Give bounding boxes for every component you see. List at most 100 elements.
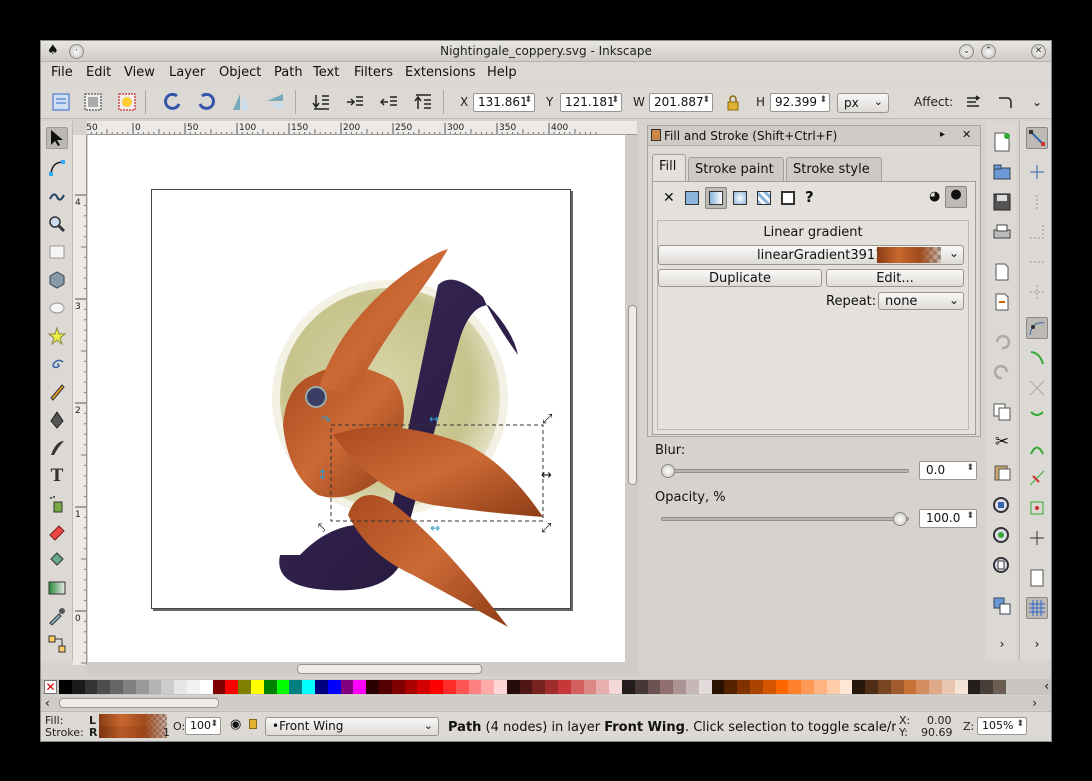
blur-slider[interactable]	[661, 469, 909, 473]
invert-selection-icon[interactable]	[115, 90, 139, 114]
tab-stroke-paint[interactable]: Stroke paint	[688, 157, 784, 181]
minimize-button[interactable]: ⌄	[959, 44, 974, 59]
spray-tool-icon[interactable]	[46, 493, 68, 515]
overflow-right-icon[interactable]: ›	[991, 633, 1013, 655]
palette-swatch[interactable]	[135, 680, 149, 694]
blur-spinbox[interactable]: 0.0	[919, 461, 977, 480]
select-all-icon[interactable]	[49, 90, 73, 114]
scale-stroke-icon[interactable]	[961, 90, 985, 114]
copy-icon[interactable]	[991, 401, 1013, 423]
palette-swatch[interactable]	[596, 680, 610, 694]
palette-swatch[interactable]	[673, 680, 687, 694]
rotate-ccw-icon[interactable]	[161, 90, 185, 114]
menu-text[interactable]: Text	[313, 65, 339, 80]
palette-swatch[interactable]	[801, 680, 815, 694]
repeat-select[interactable]: none ⌄	[878, 292, 964, 310]
palette-swatch[interactable]	[558, 680, 571, 694]
palette-swatch[interactable]	[634, 680, 648, 694]
palette-swatch[interactable]	[122, 680, 136, 694]
lower-to-bottom-icon[interactable]	[309, 90, 333, 114]
palette-swatch[interactable]	[494, 680, 507, 694]
menu-view[interactable]: View	[124, 65, 155, 80]
open-document-icon[interactable]	[991, 161, 1013, 183]
snap-paths-icon[interactable]	[1026, 347, 1048, 369]
palette-swatch[interactable]	[775, 680, 789, 694]
palette-swatch[interactable]	[878, 680, 891, 694]
edit-gradient-button[interactable]: Edit...	[826, 269, 964, 287]
star-tool-icon[interactable]	[46, 325, 68, 347]
palette-swatch[interactable]	[814, 680, 827, 694]
pen-tool-icon[interactable]	[46, 409, 68, 431]
overflow-right-icon[interactable]: ›	[1026, 633, 1048, 655]
skew-handle-bottom-icon[interactable]: ↔	[430, 521, 440, 535]
palette-swatch[interactable]	[916, 680, 930, 694]
connector-tool-icon[interactable]	[46, 633, 68, 655]
horizontal-scrollbar[interactable]	[87, 662, 639, 676]
palette-swatch[interactable]	[698, 680, 712, 694]
duplicate-object-icon[interactable]	[991, 595, 1013, 617]
palette-swatch[interactable]	[276, 680, 290, 694]
palette-swatch[interactable]	[967, 680, 981, 694]
redo-icon[interactable]	[991, 361, 1013, 383]
w-spinbox[interactable]: 201.887	[649, 93, 713, 112]
palette-swatch[interactable]	[225, 680, 239, 694]
x-spinbox[interactable]: 131.861	[473, 93, 535, 112]
palette-swatch[interactable]	[430, 680, 443, 694]
palette-swatch[interactable]	[826, 680, 840, 694]
opacity-spinbox[interactable]: 100.0	[919, 509, 977, 528]
raise-icon[interactable]	[377, 90, 401, 114]
palette-swatch[interactable]	[737, 680, 751, 694]
snap-bbox-edge-icon[interactable]	[1026, 191, 1048, 213]
layer-lock-icon[interactable]	[249, 719, 257, 729]
menu-edit[interactable]: Edit	[86, 65, 111, 80]
palette-left-icon[interactable]: ‹	[1044, 679, 1049, 693]
new-document-icon[interactable]	[991, 131, 1013, 153]
menu-filters[interactable]: Filters	[354, 65, 393, 80]
tab-stroke-style[interactable]: Stroke style	[786, 157, 882, 181]
palette-scrollbar[interactable]: ‹ ›	[41, 696, 1051, 710]
palette-swatch[interactable]	[711, 680, 725, 694]
rotate-cw-icon[interactable]	[194, 90, 218, 114]
vertical-scroll-thumb[interactable]	[628, 305, 637, 485]
palette-swatch[interactable]	[762, 680, 776, 694]
palette-scroll-right-icon[interactable]: ›	[1032, 696, 1037, 710]
rect-tool-icon[interactable]	[46, 241, 68, 263]
zoom-page-icon[interactable]	[991, 555, 1013, 577]
menu-file[interactable]: File	[51, 65, 73, 80]
palette-swatch[interactable]	[250, 680, 264, 694]
palette-swatch[interactable]	[161, 680, 175, 694]
nightingale-artwork[interactable]: ↷ ↔ ⤢ ↕ ↔ ⤣ ↔ ⤢	[88, 135, 625, 662]
palette-swatch[interactable]	[97, 680, 111, 694]
paint-unset-icon[interactable]: ?	[805, 188, 814, 206]
unit-select[interactable]: px ⌄	[837, 93, 889, 113]
palette-swatch[interactable]	[148, 680, 162, 694]
palette-scroll-left-icon[interactable]: ‹	[45, 696, 50, 710]
palette-swatch[interactable]	[174, 680, 187, 694]
palette-swatch[interactable]	[417, 680, 431, 694]
h-spinbox[interactable]: 92.399	[770, 93, 830, 112]
snap-grids-icon[interactable]	[1026, 597, 1048, 619]
palette-swatch[interactable]	[340, 680, 354, 694]
fill-rule-nonzero-icon[interactable]: ●	[945, 186, 967, 208]
snap-nodes-icon[interactable]	[1026, 317, 1048, 339]
duplicate-button[interactable]: Duplicate	[658, 269, 822, 287]
opacity-slider[interactable]	[661, 517, 909, 521]
spiral-tool-icon[interactable]	[46, 353, 68, 375]
snap-bbox-corner-icon[interactable]	[1026, 221, 1048, 243]
menu-path[interactable]: Path	[274, 65, 303, 80]
flip-horizontal-icon[interactable]	[229, 90, 253, 114]
palette-swatch[interactable]	[238, 680, 251, 694]
palette-swatch[interactable]	[993, 680, 1006, 694]
menu-extensions[interactable]: Extensions	[405, 65, 476, 80]
palette-swatch[interactable]	[622, 680, 635, 694]
snap-page-border-icon[interactable]	[1026, 567, 1048, 589]
fill-rule-evenodd-icon[interactable]: ◕	[929, 189, 940, 204]
snap-bbox-icon[interactable]	[1026, 161, 1048, 183]
eraser-tool-icon[interactable]	[46, 521, 68, 543]
no-paint-swatch-icon[interactable]: ✕	[44, 680, 57, 694]
maximize-button[interactable]: ⌃	[981, 44, 996, 59]
palette-swatch[interactable]	[314, 680, 328, 694]
y-spinbox[interactable]: 121.181	[560, 93, 622, 112]
fill-swatch[interactable]	[99, 714, 167, 726]
palette-swatch[interactable]	[954, 680, 968, 694]
